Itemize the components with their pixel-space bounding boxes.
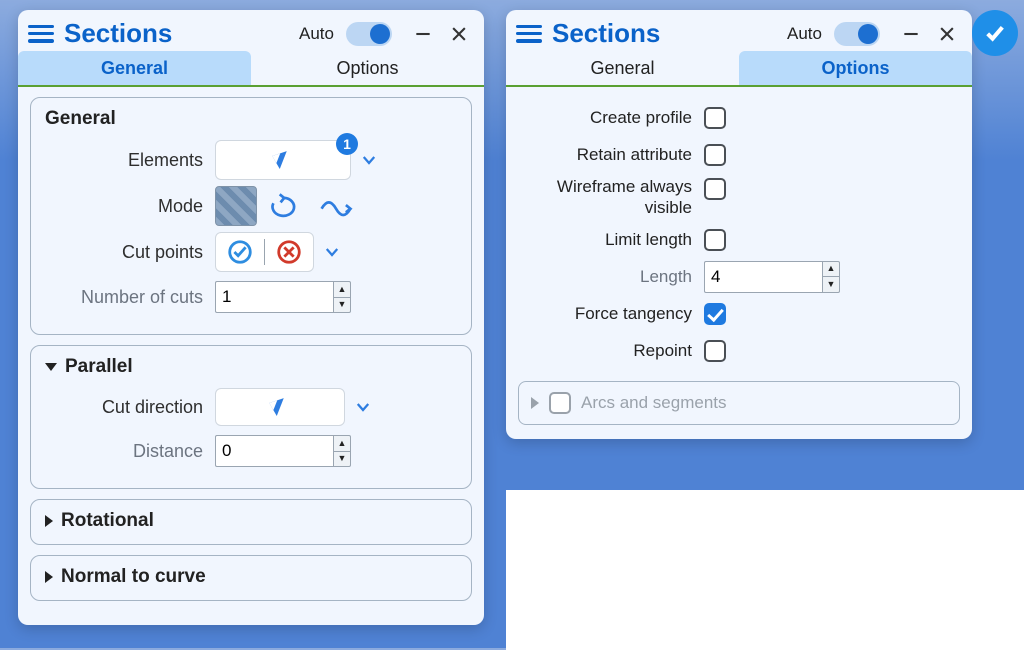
sections-panel-general: Sections Auto General Options General El… bbox=[18, 10, 484, 625]
cut-points-reject-icon[interactable] bbox=[265, 233, 313, 271]
tab-options[interactable]: Options bbox=[739, 51, 972, 85]
mode-wave-icon[interactable] bbox=[315, 186, 357, 226]
group-normal-to-curve: Normal to curve bbox=[30, 555, 472, 601]
elements-count-badge: 1 bbox=[336, 133, 358, 155]
group-rotational-title: Rotational bbox=[61, 510, 154, 532]
limit-length-label: Limit length bbox=[518, 230, 704, 250]
minimize-button[interactable] bbox=[410, 21, 436, 47]
arcs-segments-checkbox[interactable] bbox=[549, 392, 571, 414]
close-button[interactable] bbox=[934, 21, 960, 47]
tab-general[interactable]: General bbox=[18, 51, 251, 85]
elements-selector[interactable]: 1 bbox=[215, 140, 351, 180]
distance-spinner: ▲ ▼ bbox=[215, 435, 351, 467]
caret-down-icon bbox=[45, 363, 57, 371]
hamburger-icon[interactable] bbox=[28, 23, 54, 45]
cut-points-segmented bbox=[215, 232, 314, 272]
cursor-icon bbox=[272, 148, 292, 168]
force-tangency-label: Force tangency bbox=[518, 304, 704, 324]
group-normal-title: Normal to curve bbox=[61, 566, 206, 588]
arcs-segments-label: Arcs and segments bbox=[581, 393, 727, 413]
limit-length-checkbox[interactable] bbox=[704, 229, 726, 251]
length-spinner: ▲ ▼ bbox=[704, 261, 840, 293]
force-tangency-checkbox[interactable] bbox=[704, 303, 726, 325]
panel-title: Sections bbox=[64, 18, 172, 49]
number-of-cuts-up[interactable]: ▲ bbox=[334, 282, 350, 297]
cut-direction-label: Cut direction bbox=[45, 397, 215, 418]
auto-label: Auto bbox=[299, 24, 334, 44]
confirm-button[interactable] bbox=[972, 10, 1018, 56]
caret-right-icon bbox=[45, 571, 53, 583]
close-button[interactable] bbox=[446, 21, 472, 47]
titlebar: Sections Auto bbox=[18, 10, 484, 51]
repoint-checkbox[interactable] bbox=[704, 340, 726, 362]
length-down[interactable]: ▼ bbox=[823, 276, 839, 292]
mode-label: Mode bbox=[45, 196, 215, 217]
tab-bar: General Options bbox=[506, 51, 972, 87]
cursor-icon bbox=[269, 395, 289, 415]
length-up[interactable]: ▲ bbox=[823, 262, 839, 277]
wireframe-visible-checkbox[interactable] bbox=[704, 178, 726, 200]
titlebar: Sections Auto bbox=[506, 10, 972, 51]
create-profile-label: Create profile bbox=[518, 108, 704, 128]
number-of-cuts-input[interactable] bbox=[215, 281, 333, 313]
distance-up[interactable]: ▲ bbox=[334, 436, 350, 451]
background-fill bbox=[506, 490, 1024, 650]
group-general-title: General bbox=[45, 108, 116, 130]
group-rotational-header[interactable]: Rotational bbox=[45, 510, 457, 532]
number-of-cuts-label: Number of cuts bbox=[45, 287, 215, 308]
length-input[interactable] bbox=[704, 261, 822, 293]
group-parallel-title: Parallel bbox=[65, 356, 133, 378]
minimize-button[interactable] bbox=[898, 21, 924, 47]
distance-down[interactable]: ▼ bbox=[334, 451, 350, 467]
elements-dropdown[interactable] bbox=[359, 150, 379, 170]
length-label: Length bbox=[518, 267, 704, 287]
cut-points-label: Cut points bbox=[45, 242, 215, 263]
group-general: General Elements 1 Mode bbox=[30, 97, 472, 335]
retain-attribute-label: Retain attribute bbox=[518, 145, 704, 165]
group-arcs-segments[interactable]: Arcs and segments bbox=[518, 381, 960, 425]
hamburger-icon[interactable] bbox=[516, 23, 542, 45]
panel-title: Sections bbox=[552, 18, 660, 49]
number-of-cuts-down[interactable]: ▼ bbox=[334, 297, 350, 313]
group-parallel: Parallel Cut direction Distance bbox=[30, 345, 472, 489]
tab-general[interactable]: General bbox=[506, 51, 739, 85]
cut-points-dropdown[interactable] bbox=[322, 242, 342, 262]
mode-loop-icon[interactable] bbox=[265, 186, 307, 226]
group-general-header: General bbox=[45, 108, 457, 130]
distance-label: Distance bbox=[45, 441, 215, 462]
cut-direction-selector[interactable] bbox=[215, 388, 345, 426]
cut-points-accept-icon[interactable] bbox=[216, 233, 264, 271]
number-of-cuts-spinner: ▲ ▼ bbox=[215, 281, 351, 313]
mode-hatch-icon[interactable] bbox=[215, 186, 257, 226]
elements-label: Elements bbox=[45, 150, 215, 171]
wireframe-visible-label: Wireframe always visible bbox=[518, 176, 704, 219]
tab-bar: General Options bbox=[18, 51, 484, 87]
group-normal-header[interactable]: Normal to curve bbox=[45, 566, 457, 588]
create-profile-checkbox[interactable] bbox=[704, 107, 726, 129]
caret-right-icon bbox=[531, 397, 539, 409]
tab-options[interactable]: Options bbox=[251, 51, 484, 85]
repoint-label: Repoint bbox=[518, 341, 704, 361]
retain-attribute-checkbox[interactable] bbox=[704, 144, 726, 166]
caret-right-icon bbox=[45, 515, 53, 527]
auto-toggle[interactable] bbox=[346, 22, 392, 46]
group-parallel-header[interactable]: Parallel bbox=[45, 356, 457, 378]
auto-toggle[interactable] bbox=[834, 22, 880, 46]
sections-panel-options: Sections Auto General Options Create pro… bbox=[506, 10, 972, 439]
group-rotational: Rotational bbox=[30, 499, 472, 545]
auto-label: Auto bbox=[787, 24, 822, 44]
distance-input[interactable] bbox=[215, 435, 333, 467]
cut-direction-dropdown[interactable] bbox=[353, 397, 373, 417]
